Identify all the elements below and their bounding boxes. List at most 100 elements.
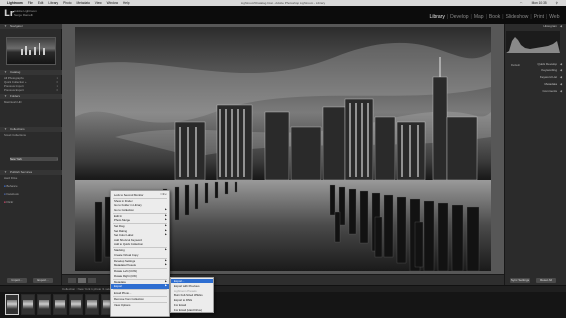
collapse-triangle-icon: ◀ [559,68,562,72]
export-submenu: Export... Export with Previous Lightroom P… [170,277,214,313]
context-menu-item-create-virtual-copy[interactable]: Create Virtual Copy [111,253,169,257]
export-submenu-item-for-email[interactable]: For Email [171,303,213,307]
navigator-header[interactable]: ▼ Navigator [0,24,62,29]
expand-triangle-icon: ▼ [4,24,7,28]
context-menu-item-view-options[interactable]: View Options [111,303,169,307]
right-panel: Histogram ◀ Quick Develop ◀ Keywording ◀ Ke… [504,24,566,285]
loupe-view-icon[interactable] [78,278,86,283]
context-menu-item-add-to-quick-collection[interactable]: Add to Quick Collection [111,242,169,246]
filmstrip-thumbnail[interactable] [53,294,67,315]
module-print[interactable]: Print [532,14,545,20]
menu-view[interactable]: View [95,1,102,5]
export-button[interactable]: Export... [33,278,53,283]
catalog-row[interactable]: Previous Export 0 [4,88,58,92]
menu-item-label: Metadata [114,279,126,284]
filmstrip-thumbnail[interactable] [21,294,35,315]
keywording-header[interactable]: Keywording ◀ [508,68,562,73]
context-menu-item-email-photo[interactable]: Email Photo... [111,291,169,295]
menu-library[interactable]: Library [48,1,58,5]
filmstrip-thumbnail[interactable] [85,294,99,315]
menu-item-label: Rotate Left (CCW) [114,269,138,274]
context-menu-item-remove-from-collection[interactable]: Remove from Collection [111,297,169,301]
module-slideshow[interactable]: Slideshow [504,14,530,20]
menu-edit[interactable]: Edit [38,1,44,5]
submenu-arrow-icon: ▶ [165,207,167,211]
grid-view-icon[interactable] [68,278,76,283]
module-library[interactable]: Library [428,14,446,20]
publish-row[interactable]: Hard Drive [4,176,58,180]
submenu-arrow-icon: ▶ [165,284,167,288]
filmstrip-thumbnail[interactable] [69,294,83,315]
context-menu-item-lock-to-second-monitor[interactable]: Lock to Second Monitor ⇧⌘↵ [111,193,169,197]
comments-header[interactable]: Comments ◀ [508,89,562,94]
menu-item-label: Show in Finder [114,198,133,203]
keyword-list-header[interactable]: Keyword List ◀ [508,75,562,80]
menu-window[interactable]: Window [107,1,118,5]
publish-services-header[interactable]: ▼ Publish Services [0,170,62,175]
filmstrip-thumbnail[interactable] [5,294,19,315]
context-menu-item-export[interactable]: Export ▶ [111,284,169,289]
export-submenu-item-burn-full-sized-jpegs[interactable]: Burn Full-Sized JPEGs [171,293,213,297]
menu-item-label: Set Rating [114,228,128,233]
collapse-triangle-icon: ◀ [559,75,562,79]
expand-triangle-icon: ▼ [4,94,7,98]
compare-view-icon[interactable] [88,278,96,283]
catalog-header[interactable]: ▼ Catalog [0,70,62,75]
identity-plate: Adobe Lightroom Serge Ramelli [14,9,37,17]
collection-row-selected[interactable]: New York 1 [10,157,58,161]
menu-file[interactable]: File [28,1,33,5]
publish-row[interactable]: ■ Facebook [4,192,58,196]
collapse-triangle-icon: ◀ [559,62,562,66]
module-develop[interactable]: Develop [449,14,470,20]
sync-settings-button[interactable]: Sync Settings [510,278,530,283]
menu-item-label: Add to Quick Collection [114,241,144,246]
context-menu-item-photo-merge[interactable]: Photo Merge ▶ [111,218,169,222]
menu-item-label: Remove from Collection [114,296,144,301]
metadata-header[interactable]: Metadata ◀ [508,82,562,87]
reset-all-button[interactable]: Reset All [536,278,556,283]
filmstrip-bar: Collection : New York 1 photo /1 selecte… [0,285,566,292]
publish-row[interactable]: ■ Flickr [4,200,58,204]
expand-triangle-icon: ▼ [4,170,7,174]
lightroom-logo: Lr [4,9,15,19]
export-submenu-item-export-with-previous[interactable]: Export with Previous [171,284,213,288]
menu-photo[interactable]: Photo [63,1,71,5]
collections-header[interactable]: ▼ Collections [0,127,62,132]
folders-header[interactable]: ▼ Folders [0,94,62,99]
module-picker: Library | Develop | Map | Book | Slideshow | … [428,14,561,20]
histogram-graph[interactable] [506,31,560,53]
folder-row[interactable]: Macintosh HD [4,100,58,104]
import-button[interactable]: Import... [7,278,27,283]
histogram-header[interactable]: Histogram ◀ [508,24,562,29]
shortcut-label: ⇧⌘↵ [160,192,167,196]
publish-row[interactable]: ■ Behance [4,184,58,188]
menu-item-label: Create Virtual Copy [114,252,139,257]
export-submenu-item-export[interactable]: Export... [171,279,213,284]
menu-item-label: Set Color Label [114,233,134,238]
collapse-triangle-icon: ◀ [559,89,562,93]
context-menu-item-rotate-right-cw[interactable]: Rotate Right (CW) [111,274,169,278]
expand-triangle-icon: ▼ [4,70,7,74]
export-submenu-item-export-to-dng[interactable]: Export to DNG [171,298,213,302]
menu-app[interactable]: Lightroom [7,1,23,5]
menu-item-label: Metadata Presets [114,263,136,268]
collection-row[interactable]: Smart Collections [4,133,58,137]
context-menu-item-go-to-collection[interactable]: Go to Collection ▶ [111,208,169,212]
navigator-preview[interactable] [6,37,56,65]
menu-item-label: Go to Folder in Library [114,203,142,208]
export-submenu-item-for-email-hard-drive[interactable]: For Email (Hard Drive) [171,308,213,312]
module-web[interactable]: Web [548,14,561,20]
module-map[interactable]: Map [472,14,485,20]
filmstrip-thumbnail[interactable] [37,294,51,315]
export-submenu-item-lightroom-presets: Lightroom Presets [174,288,197,293]
context-menu-item-metadata-presets[interactable]: Metadata Presets ▶ [111,263,169,267]
expand-triangle-icon: ▼ [4,127,7,131]
menu-help[interactable]: Help [123,1,130,5]
context-menu: Lock to Second Monitor ⇧⌘↵ Show in Finder G… [110,190,170,317]
preset-select[interactable]: Default [511,63,520,67]
menu-metadata[interactable]: Metadata [77,1,90,5]
menu-item-label: Add Shortcut Keyword [114,237,142,242]
module-book[interactable]: Book [487,14,501,20]
menu-item-label: Set Flag [114,224,125,229]
submenu-arrow-icon: ▶ [165,218,167,222]
